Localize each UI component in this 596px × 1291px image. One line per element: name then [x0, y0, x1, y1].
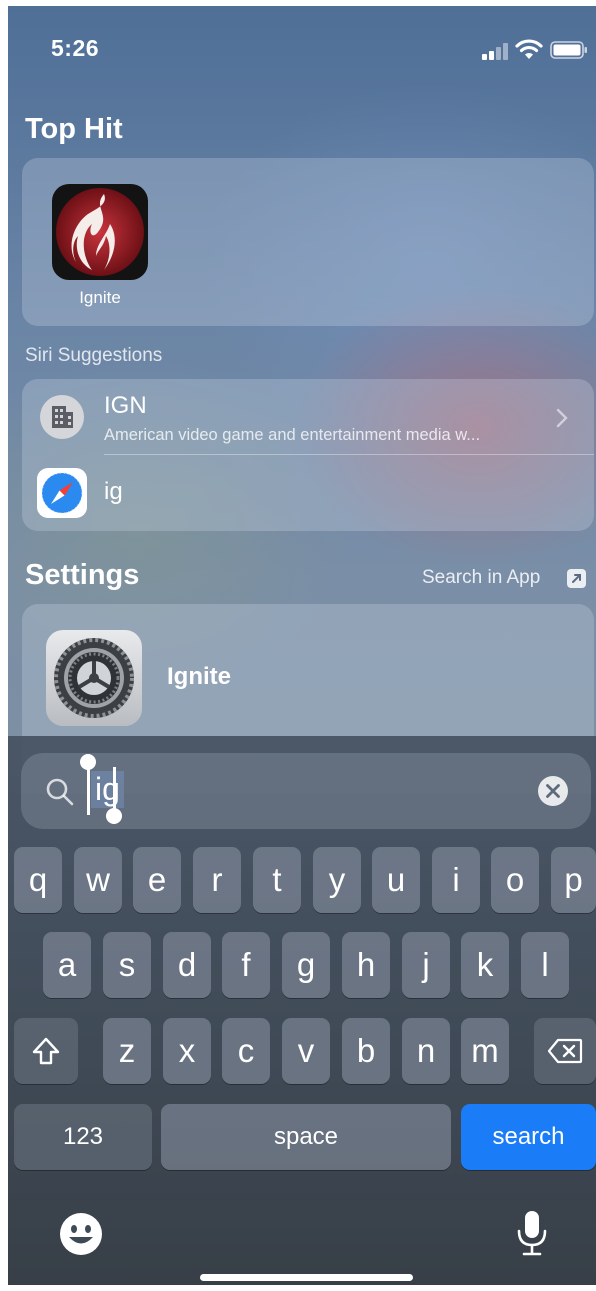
key-o[interactable]: o — [491, 847, 539, 913]
key-q[interactable]: q — [14, 847, 62, 913]
key-d[interactable]: d — [163, 932, 211, 998]
ignite-app-button[interactable] — [52, 184, 148, 280]
search-icon — [46, 778, 74, 806]
key-p[interactable]: p — [551, 847, 596, 913]
top-hit-heading: Top Hit — [25, 113, 123, 145]
key-a[interactable]: a — [43, 932, 91, 998]
emoji-icon[interactable] — [59, 1212, 103, 1256]
chevron-right-icon — [556, 408, 568, 428]
building-icon — [40, 395, 84, 439]
key-z[interactable]: z — [103, 1018, 151, 1084]
keyboard-panel: ig q w e r t y u i o p a s d f g h j k l — [8, 736, 596, 1285]
status-bar: 5:26 — [8, 6, 596, 86]
siri-suggestions-heading: Siri Suggestions — [25, 345, 163, 366]
settings-result-title: Ignite — [167, 663, 231, 690]
battery-icon — [550, 41, 587, 59]
selection-knob-start[interactable] — [80, 754, 96, 770]
numbers-key[interactable]: 123 — [14, 1104, 152, 1170]
key-w[interactable]: w — [74, 847, 122, 913]
key-m[interactable]: m — [461, 1018, 509, 1084]
key-s[interactable]: s — [103, 932, 151, 998]
search-in-app-link[interactable]: Search in App — [422, 567, 586, 593]
clear-search-icon[interactable] — [537, 775, 569, 807]
key-i[interactable]: i — [432, 847, 480, 913]
siri-item-ig[interactable]: ig — [22, 455, 594, 531]
siri-item-subtitle: American video game and entertainment me… — [104, 426, 481, 444]
selection-knob-end[interactable] — [106, 808, 122, 824]
search-field[interactable]: ig — [21, 753, 591, 829]
key-k[interactable]: k — [461, 932, 509, 998]
search-query-text[interactable]: ig — [91, 771, 124, 808]
top-hit-card: Ignite — [22, 158, 594, 326]
key-g[interactable]: g — [282, 932, 330, 998]
key-j[interactable]: j — [402, 932, 450, 998]
ignite-app-label: Ignite — [79, 288, 121, 307]
gear-icon — [54, 638, 134, 718]
search-in-app-label: Search in App — [422, 567, 541, 588]
key-y[interactable]: y — [313, 847, 361, 913]
selection-handle-start[interactable] — [87, 763, 90, 815]
key-l[interactable]: l — [521, 932, 569, 998]
delete-backspace-icon — [547, 1038, 583, 1064]
key-c[interactable]: c — [222, 1018, 270, 1084]
key-e[interactable]: e — [133, 847, 181, 913]
shift-key[interactable] — [14, 1018, 78, 1084]
key-n[interactable]: n — [402, 1018, 450, 1084]
home-indicator[interactable] — [200, 1274, 413, 1281]
settings-heading: Settings — [25, 559, 140, 591]
key-v[interactable]: v — [282, 1018, 330, 1084]
key-r[interactable]: r — [193, 847, 241, 913]
siri-item-ign[interactable]: IGN American video game and entertainmen… — [22, 379, 594, 455]
search-key[interactable]: search — [461, 1104, 596, 1170]
spotlight-screen: 5:26 Top Hit Ignite Siri Suggestions IGN… — [8, 6, 596, 1285]
siri-suggestions-card: IGN American video game and entertainmen… — [22, 379, 594, 531]
status-time: 5:26 — [51, 35, 100, 61]
space-key[interactable]: space — [161, 1104, 451, 1170]
siri-item-title: IGN — [104, 392, 147, 419]
microphone-icon[interactable] — [515, 1209, 549, 1257]
siri-item-web-title: ig — [104, 478, 123, 505]
wifi-icon — [515, 39, 543, 59]
safari-icon — [37, 468, 87, 518]
settings-app-icon-tile — [46, 630, 142, 726]
key-f[interactable]: f — [222, 932, 270, 998]
open-external-icon — [567, 569, 586, 588]
key-b[interactable]: b — [342, 1018, 390, 1084]
cellular-signal-icon — [482, 43, 508, 60]
key-x[interactable]: x — [163, 1018, 211, 1084]
shift-icon — [32, 1037, 60, 1065]
key-h[interactable]: h — [342, 932, 390, 998]
key-u[interactable]: u — [372, 847, 420, 913]
delete-key[interactable] — [534, 1018, 596, 1084]
key-t[interactable]: t — [253, 847, 301, 913]
ignite-flame-icon — [56, 188, 144, 276]
